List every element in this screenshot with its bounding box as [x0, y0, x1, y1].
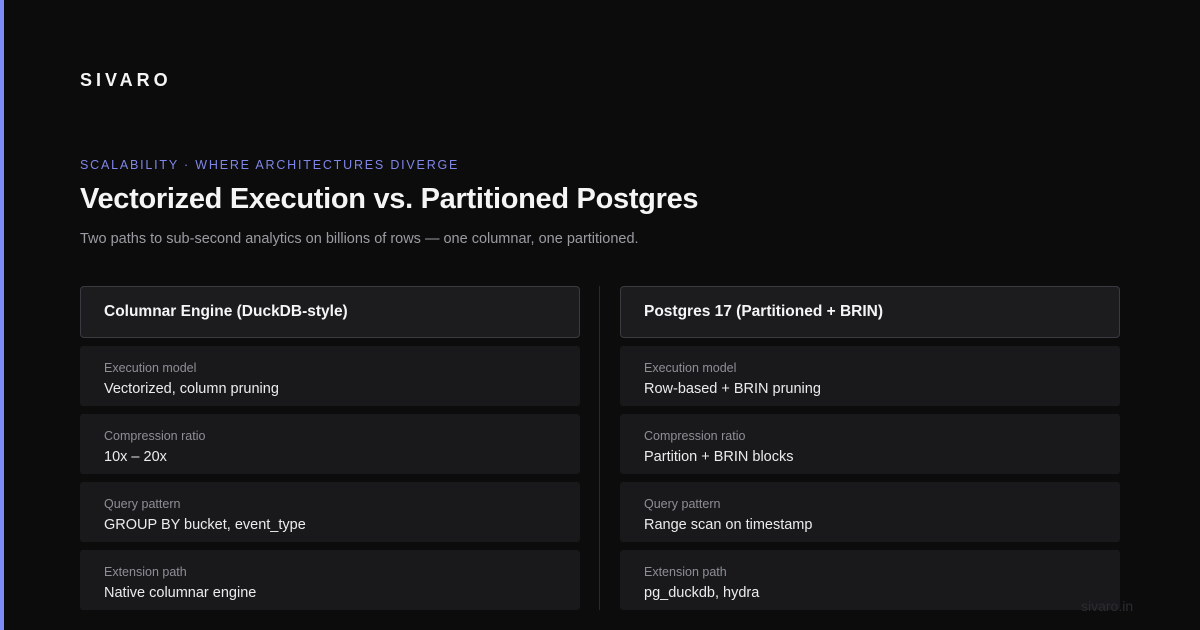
row-value: Native columnar engine — [104, 585, 257, 601]
column-header: Columnar Engine (DuckDB-style) — [80, 286, 580, 338]
row-value: Row-based + BRIN pruning — [644, 381, 821, 397]
row-value: pg_duckdb, hydra — [644, 585, 760, 601]
row-value: GROUP BY bucket, event_type — [104, 517, 306, 533]
row-label: Query pattern — [644, 497, 721, 511]
columnar-engine-column: Columnar Engine (DuckDB-style) Execution… — [80, 286, 580, 610]
eyebrow-label: SCALABILITY · WHERE ARCHITECTURES DIVERG… — [80, 158, 460, 172]
comparison-row: Execution model Vectorized, column pruni… — [80, 346, 580, 406]
row-label: Extension path — [644, 565, 727, 579]
comparison-row: Extension path pg_duckdb, hydra — [620, 550, 1120, 610]
comparison-row: Query pattern GROUP BY bucket, event_typ… — [80, 482, 580, 542]
comparison-row: Query pattern Range scan on timestamp — [620, 482, 1120, 542]
row-label: Extension path — [104, 565, 187, 579]
comparison-row: Extension path Native columnar engine — [80, 550, 580, 610]
column-header: Postgres 17 (Partitioned + BRIN) — [620, 286, 1120, 338]
row-label: Execution model — [104, 361, 197, 375]
accent-bar — [0, 0, 4, 630]
comparison-row: Compression ratio 10x – 20x — [80, 414, 580, 474]
row-label: Query pattern — [104, 497, 181, 511]
row-value: 10x – 20x — [104, 449, 167, 465]
row-value: Vectorized, column pruning — [104, 381, 279, 397]
comparison-row: Compression ratio Partition + BRIN block… — [620, 414, 1120, 474]
brand-logo: SIVARO — [80, 70, 172, 90]
page-subtitle: Two paths to sub-second analytics on bil… — [80, 231, 639, 247]
page-title: Vectorized Execution vs. Partitioned Pos… — [80, 183, 699, 215]
postgres-column: Postgres 17 (Partitioned + BRIN) Executi… — [620, 286, 1120, 610]
row-value: Partition + BRIN blocks — [644, 449, 794, 465]
column-divider — [599, 286, 600, 610]
row-label: Compression ratio — [104, 429, 206, 443]
row-label: Execution model — [644, 361, 737, 375]
row-label: Compression ratio — [644, 429, 746, 443]
footer-domain: sivaro.in — [1081, 598, 1134, 614]
row-value: Range scan on timestamp — [644, 517, 813, 533]
comparison-row: Execution model Row-based + BRIN pruning — [620, 346, 1120, 406]
